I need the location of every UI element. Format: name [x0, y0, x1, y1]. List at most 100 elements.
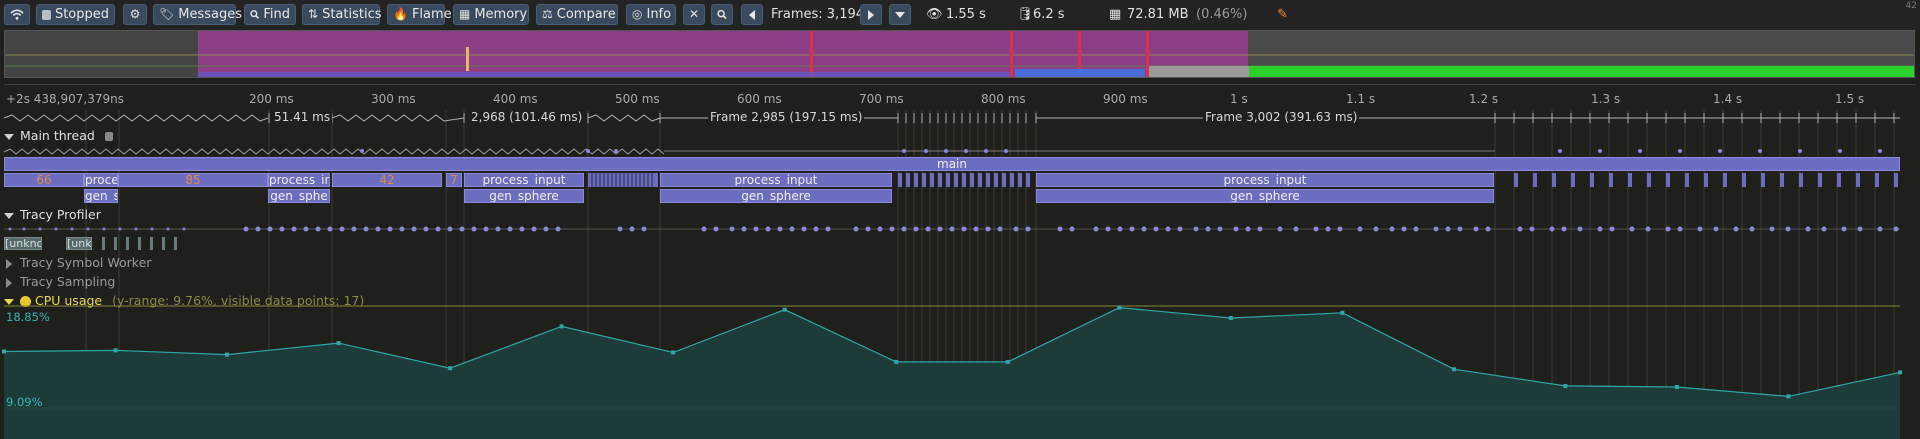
- zone-gen-sphere[interactable]: gen_sphere: [660, 189, 892, 203]
- cpu-data-point: [559, 324, 564, 329]
- cpu-data-point: [225, 352, 230, 357]
- ruler-start: +2s 438,907,379ns: [6, 92, 124, 106]
- cpu-data-point: [671, 350, 676, 355]
- tracy-sampling-header[interactable]: Tracy Sampling: [4, 274, 115, 289]
- previous-frame-button[interactable]: [741, 4, 763, 25]
- frames-count: Frames: 3,194: [771, 7, 865, 22]
- frame-label: 51.41 ms: [272, 110, 333, 124]
- cpu-data-point: [1674, 384, 1679, 389]
- messages-button[interactable]: 🏷 Messages: [153, 4, 242, 25]
- find-label: Find: [263, 7, 290, 22]
- stop-button[interactable]: Stopped: [36, 4, 115, 25]
- cpu-data-point: [1786, 394, 1791, 399]
- toolbar: Stopped ⚙ 🏷 Messages Find ⇅ Statistics 🔥…: [0, 0, 1920, 30]
- frame-dropdown-button[interactable]: [889, 4, 911, 25]
- main-thread-header[interactable]: Main thread: [4, 128, 113, 143]
- ruler-tick: 1.2 s: [1469, 92, 1499, 106]
- cpu-data-point: [782, 307, 787, 312]
- lock-icon: [104, 132, 113, 141]
- statistics-button[interactable]: ⇅ Statistics: [302, 4, 382, 25]
- total-time: 6.2 s: [1033, 7, 1065, 22]
- ruler-tick: 900 ms: [1103, 92, 1148, 106]
- compare-button[interactable]: ⚖ Compare: [536, 4, 618, 25]
- ruler-tick: 1.5 s: [1835, 92, 1865, 106]
- zoom-button[interactable]: [711, 4, 733, 25]
- find-button[interactable]: Find: [244, 4, 296, 25]
- ruler-tick: 1.3 s: [1591, 92, 1621, 106]
- memory-button[interactable]: ▦ Memory: [453, 4, 529, 25]
- ruler-tick: 600 ms: [737, 92, 782, 106]
- cpu-data-point: [336, 341, 341, 346]
- cpu-min-label: 9.09%: [6, 395, 43, 409]
- status-label: Stopped: [54, 7, 109, 22]
- tags-icon: 🏷: [159, 7, 175, 21]
- eyedropper-icon[interactable]: ✎: [1277, 4, 1288, 25]
- settings-button[interactable]: ⚙: [123, 4, 147, 25]
- cpu-data-point: [1005, 359, 1010, 364]
- flame-button[interactable]: 🔥 Flame: [387, 4, 452, 25]
- ruler-tick: 500 ms: [615, 92, 660, 106]
- frame-label: Frame 3,002 (391.63 ms): [1203, 110, 1360, 124]
- tracy-profiler-header[interactable]: Tracy Profiler: [4, 207, 101, 222]
- connection-button[interactable]: [4, 4, 30, 25]
- unknown-zone-ticks: [102, 237, 177, 250]
- info-label: Info: [646, 7, 672, 22]
- memory-label: Memory: [474, 7, 528, 22]
- database-icon: 🛢: [1017, 7, 1034, 22]
- ruler-tick: 700 ms: [859, 92, 904, 106]
- fire-icon: 🔥: [393, 7, 408, 21]
- tracy-profiler-activity: [4, 226, 1900, 232]
- scale-balanced-icon: ⚖: [542, 7, 553, 21]
- view-time: 1.55 s: [946, 7, 986, 22]
- cpu-data-point: [448, 366, 453, 371]
- memory-usage-icon: ▦: [1109, 7, 1122, 22]
- zone-gen-sphere[interactable]: gen_sphere: [464, 189, 584, 203]
- cpu-data-point: [1340, 310, 1345, 315]
- fingerprint-icon: ◎: [632, 7, 643, 21]
- magnifying-glass-icon: [717, 9, 727, 20]
- tracy-symbol-worker-label: Tracy Symbol Worker: [20, 255, 152, 270]
- zone-gen-sphere[interactable]: gen_sphere: [1036, 189, 1494, 203]
- cpu-max-label: 18.85%: [6, 310, 50, 324]
- next-frame-button[interactable]: [860, 4, 882, 25]
- statistics-label: Statistics: [322, 7, 382, 22]
- expand-icon: [6, 277, 12, 288]
- cpu-usage-plot[interactable]: 18.85% 9.09%: [0, 296, 1920, 439]
- ruler-ticks: [4, 84, 1916, 85]
- caret-left-icon: [749, 9, 755, 20]
- memory-usage: 72.81 MB: [1127, 7, 1189, 22]
- caret-down-icon: [895, 11, 905, 18]
- frame-row[interactable]: 51.41 ms 2,968 (101.46 ms) Frame 2,985 (…: [0, 110, 1920, 126]
- ruler-tick: 1.1 s: [1346, 92, 1376, 106]
- main-thread-label: Main thread: [20, 128, 95, 143]
- ruler-tick: 300 ms: [371, 92, 416, 106]
- zone-gen-sphere[interactable]: gen_s: [84, 189, 118, 203]
- cpu-data-point: [113, 348, 118, 353]
- main-thread-activity: [3, 148, 1882, 155]
- cpu-data-point: [1228, 316, 1233, 321]
- cpu-data-point: [1451, 367, 1456, 372]
- collapse-icon: [4, 212, 14, 219]
- time-ruler[interactable]: +2s 438,907,379ns 200 ms 300 ms 400 ms 5…: [0, 84, 1920, 110]
- collapse-icon: [4, 133, 14, 140]
- cpu-data-point: [2, 349, 6, 354]
- tracy-symbol-worker-header[interactable]: Tracy Symbol Worker: [4, 255, 151, 270]
- frame-label: 2,968 (101.46 ms): [469, 110, 585, 124]
- flame-label: Flame: [411, 7, 452, 22]
- ruler-tick: 200 ms: [249, 92, 294, 106]
- zone-main[interactable]: main: [4, 157, 1900, 171]
- ruler-tick: 800 ms: [981, 92, 1026, 106]
- frame-overview-graph: [5, 31, 1914, 77]
- cpu-data-point: [894, 359, 899, 364]
- cpu-data-point: [1117, 305, 1122, 310]
- corner-number: 42: [1905, 1, 1917, 11]
- eye-icon: 👁: [926, 7, 943, 22]
- screwdriver-wrench-icon: ✕: [688, 7, 700, 21]
- tools-button[interactable]: ✕: [683, 4, 705, 25]
- frame-overview[interactable]: [4, 30, 1915, 78]
- wifi-icon: [10, 9, 24, 20]
- memory-chip-icon: ▦: [459, 7, 471, 21]
- tracy-profiler-label: Tracy Profiler: [20, 207, 101, 222]
- info-button[interactable]: ◎ Info: [626, 4, 676, 25]
- zone-gen-sphere[interactable]: gen_sphe: [268, 189, 330, 203]
